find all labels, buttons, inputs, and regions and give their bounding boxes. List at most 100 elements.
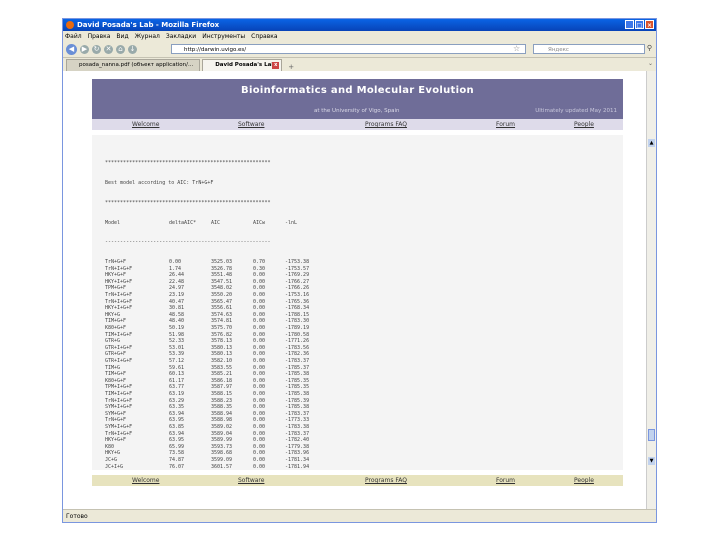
cell-lnl: -1789.19 [285,325,310,332]
table-row: TIM+G 59.61 3583.55 0.00 -1785.37 [105,365,325,372]
menu-tools[interactable]: Инструменты [202,31,245,42]
cell-aic: 3574.63 [211,311,233,318]
reload-icon[interactable]: ↻ [92,45,101,54]
cell-delta-aic: 63.77 [169,384,185,391]
stop-icon[interactable]: ✕ [104,45,113,54]
nav-forum[interactable]: Forum [496,119,515,130]
bookmark-star-icon[interactable]: ☆ [513,44,520,53]
cell-lnl: -1785.35 [285,377,310,384]
new-tab-icon[interactable]: + [284,63,298,71]
scroll-thumb[interactable] [648,429,655,441]
cell-aic: 3580.13 [211,344,233,351]
scroll-up-icon[interactable]: ▲ [648,139,655,147]
cell-model: GTR+I+G+F [105,344,133,351]
table-row: JC+I+G 76.07 3601.57 0.00 -1781.94 [105,464,325,471]
cell-aicw: 0.00 [253,344,266,351]
cell-model: TIM+I+G+F [105,390,133,397]
cell-delta-aic: 57.12 [169,358,185,364]
menu-history[interactable]: Журнал [135,31,160,42]
cell-lnl: -1782.36 [285,351,310,358]
nav-welcome[interactable]: Welcome [132,119,159,130]
cell-model: HKY+G+F [105,272,127,279]
cell-lnl: -1783.37 [285,430,310,437]
cell-aicw: 0.00 [253,338,266,345]
cell-aicw: 0.00 [253,456,266,463]
download-icon[interactable]: ↓ [128,45,137,54]
cell-aic: 3556.61 [211,305,233,312]
scroll-down-icon[interactable]: ▼ [648,457,655,465]
close-button[interactable]: × [645,20,654,29]
rule-line: ****************************************… [105,160,271,167]
cell-model: TIM+I+G+F [105,331,133,338]
cell-lnl: -1766.27 [285,278,310,285]
maximize-button[interactable]: □ [635,20,644,29]
menu-file[interactable]: Файл [65,31,82,42]
nav-software[interactable]: Software [238,475,264,486]
table-row: TrN+I+G+F 63.94 3589.04 0.00 -1783.37 [105,431,325,438]
table-row: TIM+I+G+F 63.19 3588.15 0.00 -1785.38 [105,391,325,398]
cell-model: TPM+G+F [105,285,127,292]
cell-model: HKY+G [105,311,121,318]
home-icon[interactable]: ⌂ [116,45,125,54]
table-row: HKY+I+G+F 22.48 3547.51 0.00 -1766.27 [105,279,325,286]
cell-model: GTR+G+F [105,351,127,358]
tab-posada-lab[interactable]: David Posada's Lab x [202,59,283,71]
forward-icon[interactable]: ▶ [80,45,89,54]
cell-aicw: 0.00 [253,437,266,444]
cell-aic: 3587.97 [211,384,233,391]
cell-delta-aic: 63.35 [169,404,185,411]
cell-aicw: 0.00 [253,417,266,424]
tab-close-icon[interactable]: x [272,62,280,69]
col-delta-aic: deltaAIC* [169,219,197,226]
cell-delta-aic: 63.95 [169,437,185,444]
nav-people[interactable]: People [574,119,594,130]
cell-aicw: 0.00 [253,298,266,305]
cell-aicw: 0.30 [253,265,266,272]
nav-people[interactable]: People [574,475,594,486]
tab-list-icon[interactable]: ⌄ [648,60,653,67]
menu-bookmarks[interactable]: Закладки [166,31,196,42]
table-row: HKY+G 48.58 3574.63 0.00 -1788.15 [105,312,325,319]
page-scrollbar[interactable]: ▲ ▼ [646,71,656,511]
cell-aic: 3588.35 [211,404,233,411]
tab-pdf[interactable]: posada_nanna.pdf (объект application/... [66,59,201,71]
cell-model: K80 [105,443,115,450]
cell-lnl: -1783.38 [285,423,310,430]
cell-aic: 3548.02 [211,285,233,292]
back-icon[interactable]: ◀ [66,44,77,55]
menu-view[interactable]: Вид [116,31,128,42]
table-row: GTR+G 52.33 3578.13 0.00 -1771.26 [105,338,325,345]
nav-software[interactable]: Software [238,119,264,130]
cell-delta-aic: 53.01 [169,344,185,351]
cell-aicw: 0.00 [253,364,266,371]
nav-programs-faq[interactable]: Programs FAQ [365,119,407,130]
cell-model: HKY+G [105,450,121,457]
url-bar[interactable]: http://darwin.uvigo.es/ [171,44,526,54]
cell-model: SYM+I+G+F [105,423,133,430]
nav-forum[interactable]: Forum [496,475,515,486]
cell-model: TIM+G+F [105,371,127,378]
navigation-toolbar: ◀ ▶ ↻ ✕ ⌂ ↓ http://darwin.uvigo.es/ ☆ Ян… [63,42,656,58]
search-input[interactable]: Яндекс [533,44,645,54]
cell-delta-aic: 0.00 [169,259,182,266]
cell-model: SYM+I+G+F [105,404,133,411]
tab-label: posada_nanna.pdf (объект application/... [79,62,194,68]
table-row: TrN+G+F 0.00 3525.03 0.70 -1753.38 [105,259,325,266]
nav-welcome[interactable]: Welcome [132,475,159,486]
menu-edit[interactable]: Правка [88,31,111,42]
cell-delta-aic: 63.94 [169,430,185,437]
cell-aicw: 0.00 [253,430,266,437]
cell-lnl: -1783.56 [285,344,310,351]
table-row: TrN+I+G+F 40.47 3565.47 0.00 -1765.36 [105,299,325,306]
cell-lnl: -1779.38 [285,443,310,450]
menu-help[interactable]: Справка [251,31,277,42]
minimize-button[interactable]: _ [625,20,634,29]
nav-programs-faq[interactable]: Programs FAQ [365,475,407,486]
cell-lnl: -1780.58 [285,331,310,338]
cell-aicw: 0.00 [253,443,266,450]
table-row: HKY+I+G+F 30.81 3556.61 0.00 -1768.34 [105,305,325,312]
search-icon[interactable]: ⚲ [647,44,652,52]
cell-model: TrN+I+G+F [105,265,133,272]
cell-delta-aic: 53.39 [169,351,185,358]
cell-aic: 3582.10 [211,358,233,364]
